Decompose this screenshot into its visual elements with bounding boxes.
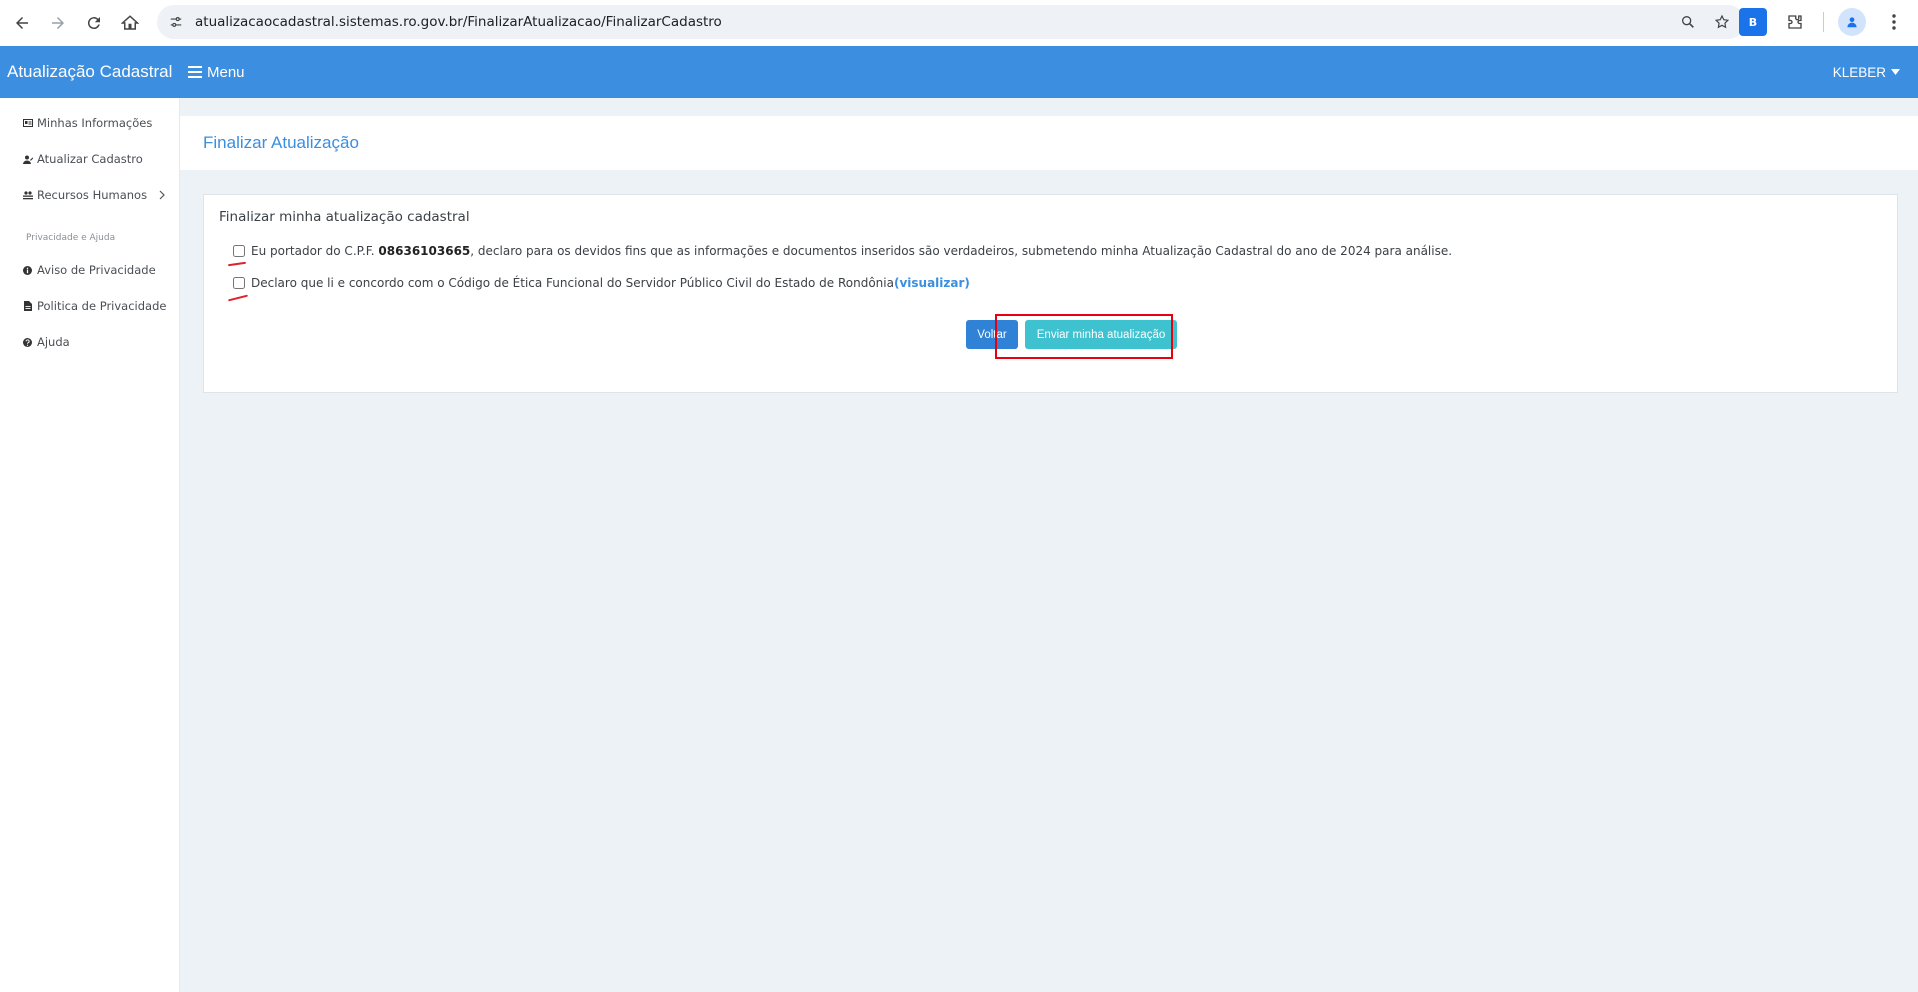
declaration-cpf-text: Eu portador do C.P.F. 08636103665, decla… [251, 244, 1452, 258]
zoom-icon[interactable] [1675, 9, 1701, 35]
sidebar-item-ajuda[interactable]: Ajuda [22, 335, 70, 349]
info-circle-icon [22, 265, 33, 276]
cpf-number: 08636103665 [378, 244, 471, 258]
highlight-box [995, 314, 1173, 359]
declaration-cpf-row[interactable]: Eu portador do C.P.F. 08636103665, decla… [233, 244, 1452, 258]
page-title: Finalizar Atualização [203, 133, 359, 152]
view-ethics-link[interactable]: (visualizar) [894, 276, 970, 290]
chevron-right-icon [159, 190, 165, 200]
sidebar-section-title: Privacidade e Ajuda [26, 233, 116, 243]
reload-button[interactable] [76, 5, 112, 41]
brand-title[interactable]: Atualização Cadastral [0, 62, 182, 82]
sidebar-item-atualizar-cadastro[interactable]: Atualizar Cadastro [22, 152, 143, 166]
sidebar-item-recursos-humanos[interactable]: Recursos Humanos [22, 188, 165, 202]
more-menu-icon[interactable] [1880, 8, 1908, 36]
hamburger-icon [188, 66, 202, 78]
menu-toggle-button[interactable]: Menu [188, 64, 245, 81]
forward-button[interactable] [40, 5, 76, 41]
user-dropdown[interactable]: KLEBER [1833, 65, 1900, 80]
declaration-ethics-row[interactable]: Declaro que li e concordo com o Código d… [233, 276, 970, 290]
back-button[interactable] [4, 5, 40, 41]
declaration-ethics-text: Declaro que li e concordo com o Código d… [251, 276, 894, 290]
sidebar-item-label: Aviso de Privacidade [37, 263, 156, 277]
declaration-cpf-prefix: Eu portador do C.P.F. [251, 244, 379, 258]
sidebar-item-minhas-informacoes[interactable]: Minhas Informações [22, 116, 152, 130]
file-icon [22, 301, 33, 312]
user-name: KLEBER [1832, 64, 1886, 80]
reload-icon [87, 17, 100, 30]
page-title-bar: Finalizar Atualização [180, 116, 1918, 170]
caret-down-icon [1891, 69, 1900, 75]
home-button[interactable] [112, 5, 148, 41]
id-card-icon [22, 118, 33, 129]
declaration-cpf-checkbox[interactable] [233, 245, 245, 257]
sidebar-item-label: Atualizar Cadastro [37, 152, 143, 166]
extensions-puzzle-icon[interactable] [1781, 8, 1809, 36]
sidebar-item-label: Minhas Informações [37, 116, 153, 130]
sidebar-item-label: Ajuda [37, 335, 70, 349]
site-settings-icon[interactable] [159, 15, 193, 29]
app-header: Atualização Cadastral Menu KLEBER [0, 46, 1918, 98]
home-icon [121, 15, 139, 30]
url-text[interactable]: atualizacaocadastral.sistemas.ro.gov.br/… [195, 14, 722, 30]
declaration-ethics-checkbox[interactable] [233, 277, 245, 289]
sidebar-item-label: Politica de Privacidade [37, 299, 167, 313]
declaration-cpf-suffix: , declaro para os devidos fins que as in… [470, 244, 1453, 258]
main-content: Finalizar Atualização Finalizar minha at… [180, 98, 1918, 992]
menu-label: Menu [207, 63, 245, 81]
sidebar-item-politica-privacidade[interactable]: Politica de Privacidade [22, 299, 166, 313]
user-edit-icon [22, 154, 33, 165]
extension-icon[interactable]: B [1739, 8, 1767, 36]
arrow-right-icon [52, 17, 64, 29]
finalize-card: Finalizar minha atualização cadastral Eu… [203, 194, 1898, 393]
profile-icon[interactable] [1838, 8, 1866, 36]
toolbar-divider [1823, 12, 1824, 32]
sidebar: Minhas Informações Atualizar Cadastro Re… [0, 98, 180, 992]
bookmark-star-icon[interactable] [1709, 9, 1735, 35]
arrow-left-icon [16, 17, 28, 29]
red-underline-mark [228, 294, 248, 302]
question-circle-icon [22, 337, 33, 348]
sidebar-item-label: Recursos Humanos [37, 188, 148, 202]
sidebar-item-aviso-privacidade[interactable]: Aviso de Privacidade [22, 263, 156, 277]
users-icon [22, 190, 33, 201]
browser-toolbar: atualizacaocadastral.sistemas.ro.gov.br/… [0, 0, 1918, 46]
address-bar[interactable]: atualizacaocadastral.sistemas.ro.gov.br/… [157, 5, 1745, 39]
card-title: Finalizar minha atualização cadastral [219, 209, 470, 225]
red-underline-mark [227, 261, 247, 267]
